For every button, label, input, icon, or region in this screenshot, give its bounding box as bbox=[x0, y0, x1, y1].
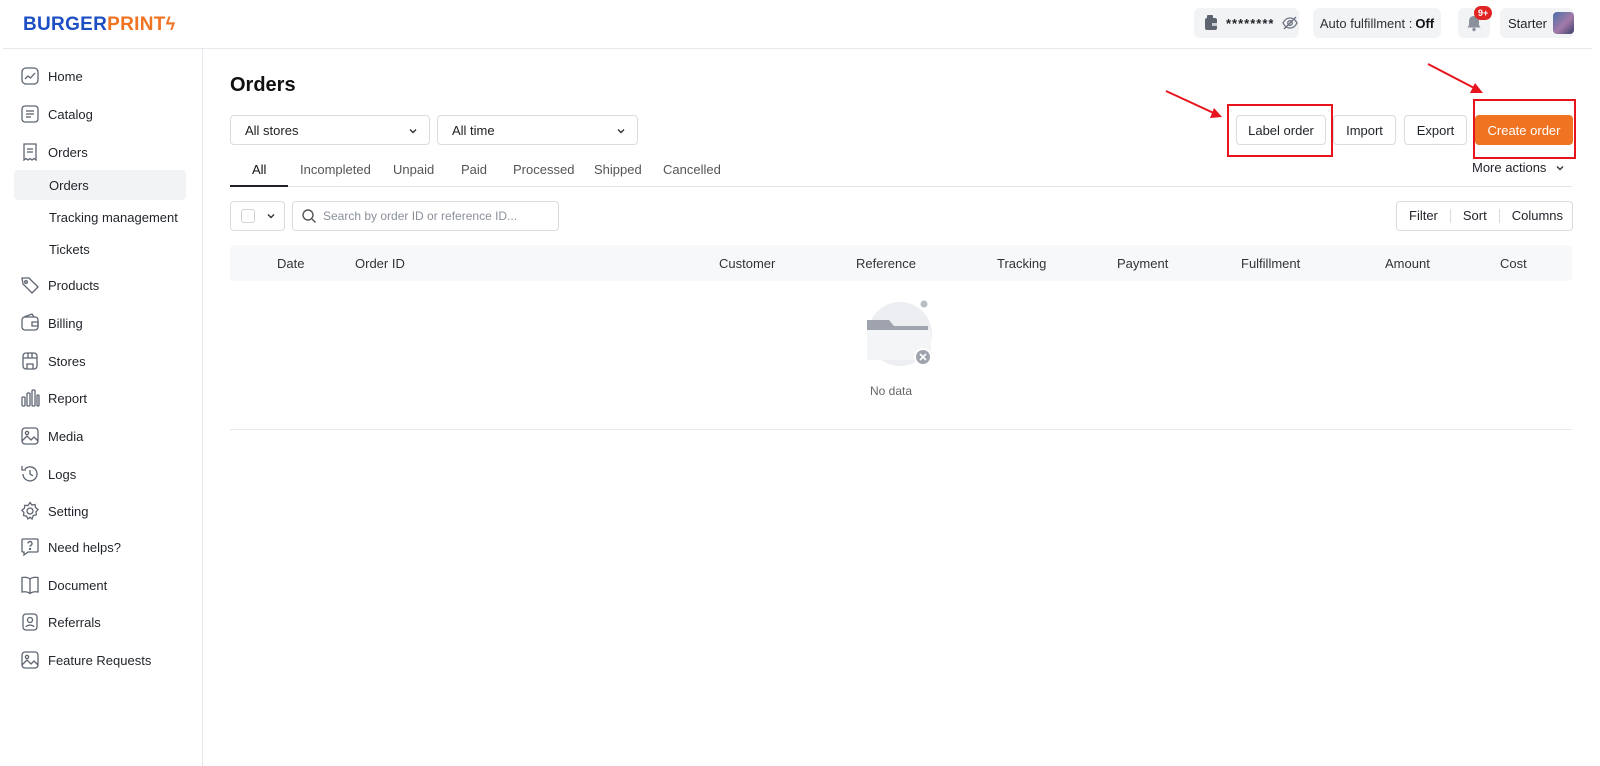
avatar bbox=[1553, 12, 1574, 34]
sidebar-subitem-orders[interactable]: Orders bbox=[14, 170, 186, 200]
sidebar-item-home[interactable]: Home bbox=[20, 61, 83, 91]
search-icon bbox=[302, 209, 316, 223]
import-button[interactable]: Import bbox=[1333, 115, 1396, 145]
active-tab-indicator bbox=[230, 185, 288, 187]
sidebar-item-setting[interactable]: Setting bbox=[20, 496, 88, 526]
tab-unpaid[interactable]: Unpaid bbox=[393, 162, 434, 177]
referrals-icon bbox=[22, 613, 38, 631]
column-header-fulfillment[interactable]: Fulfillment bbox=[1241, 256, 1300, 271]
order-search-input[interactable]: Search by order ID or reference ID... bbox=[292, 201, 559, 231]
sidebar-item-products[interactable]: Products bbox=[20, 270, 99, 300]
sort-button[interactable]: Sort bbox=[1451, 209, 1500, 223]
billing-icon bbox=[21, 313, 39, 331]
annotation-highlight-label-order bbox=[1227, 104, 1333, 157]
empty-folder-icon bbox=[867, 300, 932, 366]
bolt-icon: ϟ bbox=[165, 14, 176, 34]
sidebar-subitem-tickets[interactable]: Tickets bbox=[14, 234, 186, 264]
tab-incompleted[interactable]: Incompleted bbox=[300, 162, 371, 177]
column-header-amount[interactable]: Amount bbox=[1385, 256, 1430, 271]
products-icon bbox=[21, 277, 39, 294]
store-select[interactable]: All stores bbox=[230, 115, 430, 145]
orders-icon bbox=[23, 143, 37, 162]
plan-label: Starter bbox=[1508, 15, 1548, 31]
eye-off-icon[interactable] bbox=[1282, 15, 1299, 31]
auto-fulfillment-toggle[interactable]: Auto fulfillment : Off bbox=[1313, 8, 1441, 38]
orders-table-header: Date Order ID Customer Reference Trackin… bbox=[230, 245, 1572, 281]
select-all-checkbox[interactable] bbox=[241, 209, 255, 223]
column-header-customer[interactable]: Customer bbox=[719, 256, 775, 271]
column-header-cost[interactable]: Cost bbox=[1500, 256, 1527, 271]
notification-badge: 9+ bbox=[1474, 6, 1493, 20]
tab-all[interactable]: All bbox=[252, 162, 266, 177]
chevron-down-icon bbox=[617, 129, 625, 134]
report-icon bbox=[21, 389, 40, 407]
column-header-order-id[interactable]: Order ID bbox=[355, 256, 405, 271]
column-header-date[interactable]: Date bbox=[277, 256, 304, 271]
tab-cancelled[interactable]: Cancelled bbox=[663, 162, 721, 177]
sidebar-item-report[interactable]: Report bbox=[20, 383, 87, 413]
burgerprint-logo[interactable]: BURGERPRINTϟ bbox=[23, 14, 175, 36]
sidebar-item-feature-requests[interactable]: Feature Requests bbox=[20, 645, 151, 675]
search-placeholder: Search by order ID or reference ID... bbox=[323, 209, 518, 223]
sidebar-item-catalog[interactable]: Catalog bbox=[20, 99, 93, 129]
wallet-icon bbox=[1205, 15, 1217, 30]
column-header-tracking[interactable]: Tracking bbox=[997, 256, 1046, 271]
annotation-highlight-create-order bbox=[1473, 99, 1576, 159]
media-icon bbox=[21, 427, 39, 445]
filter-button[interactable]: Filter bbox=[1397, 209, 1451, 223]
sidebar-item-billing[interactable]: Billing bbox=[20, 308, 83, 338]
balance-widget[interactable]: ******** bbox=[1194, 8, 1299, 38]
empty-state-text: No data bbox=[870, 384, 913, 398]
order-status-tabs: All Incompleted Unpaid Paid Processed Sh… bbox=[230, 156, 1572, 187]
sidebar-item-need-helps[interactable]: Need helps? bbox=[20, 532, 121, 562]
sidebar-item-logs[interactable]: Logs bbox=[20, 459, 76, 489]
sidebar-item-document[interactable]: Document bbox=[20, 570, 107, 600]
table-divider bbox=[230, 429, 1572, 430]
table-tools: Filter Sort Columns bbox=[1396, 201, 1573, 231]
bulk-select-dropdown[interactable] bbox=[230, 201, 285, 231]
setting-icon bbox=[20, 501, 39, 521]
help-icon bbox=[21, 538, 39, 557]
column-header-reference[interactable]: Reference bbox=[856, 256, 916, 271]
annotation-arrow-icon bbox=[1165, 90, 1222, 118]
feature-requests-icon bbox=[21, 651, 39, 669]
tab-shipped[interactable]: Shipped bbox=[594, 162, 642, 177]
tab-paid[interactable]: Paid bbox=[461, 162, 487, 177]
page-title: Orders bbox=[230, 74, 296, 96]
logs-icon bbox=[21, 466, 38, 482]
user-menu[interactable]: Starter bbox=[1500, 8, 1574, 38]
auto-fulfillment-value: Off bbox=[1415, 15, 1435, 31]
balance-mask: ******** bbox=[1226, 15, 1275, 31]
columns-button[interactable]: Columns bbox=[1500, 209, 1575, 223]
export-button[interactable]: Export bbox=[1404, 115, 1467, 145]
sidebar-item-orders[interactable]: Orders bbox=[20, 137, 88, 167]
sidebar-subitem-tracking-management[interactable]: Tracking management bbox=[14, 202, 186, 232]
home-icon bbox=[21, 67, 39, 85]
time-select[interactable]: All time bbox=[437, 115, 638, 145]
stores-icon bbox=[22, 352, 38, 370]
sidebar-item-stores[interactable]: Stores bbox=[20, 346, 86, 376]
tab-processed[interactable]: Processed bbox=[513, 162, 574, 177]
chevron-down-icon bbox=[267, 214, 275, 219]
column-header-payment[interactable]: Payment bbox=[1117, 256, 1168, 271]
sidebar-item-referrals[interactable]: Referrals bbox=[20, 607, 101, 637]
catalog-icon bbox=[21, 105, 39, 123]
document-icon bbox=[21, 576, 39, 595]
annotation-arrow-icon bbox=[1427, 63, 1483, 93]
chevron-down-icon bbox=[409, 129, 417, 134]
sidebar-item-media[interactable]: Media bbox=[20, 421, 83, 451]
